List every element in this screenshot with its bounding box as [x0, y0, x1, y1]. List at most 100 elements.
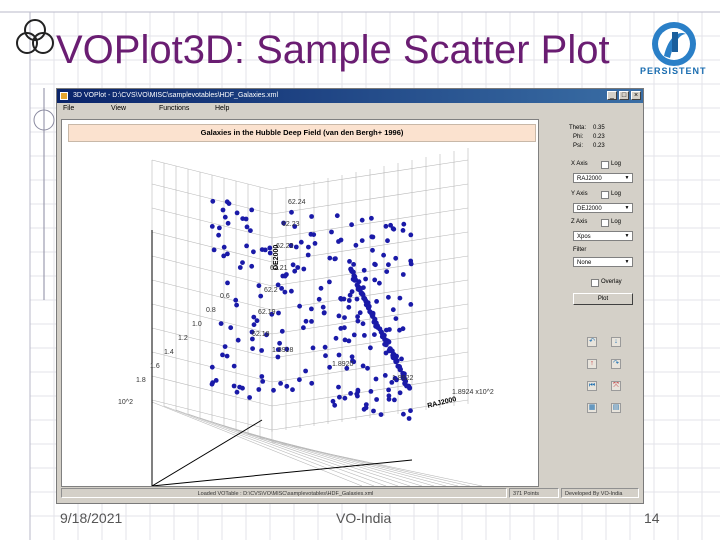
menu-view[interactable]: View	[105, 103, 153, 115]
data-point	[399, 356, 404, 362]
rotate-right-icon[interactable]: ↷	[611, 359, 621, 369]
data-point	[384, 269, 390, 274]
overlay-checkbox[interactable]	[591, 279, 599, 287]
data-point	[355, 389, 361, 394]
grid-icon[interactable]: ▦	[587, 403, 597, 413]
window-title: 3D VOPlot - D:\CVS\VO\MISC\samplevotable…	[73, 92, 279, 99]
data-point	[237, 265, 243, 270]
data-point	[218, 321, 224, 326]
data-point	[293, 244, 299, 250]
data-point	[228, 325, 234, 331]
close-button[interactable]: ×	[631, 91, 641, 100]
z-axis-select[interactable]: Xpos ▼	[573, 231, 633, 241]
data-point	[369, 215, 374, 221]
data-point	[349, 222, 354, 228]
data-point	[234, 302, 240, 308]
x-tick-label: 1.8924 x10^2	[452, 389, 494, 396]
maximize-button[interactable]: □	[619, 91, 629, 100]
y-tick-label: 1.8	[136, 377, 146, 384]
data-point	[327, 279, 332, 285]
scatter-3d-plot[interactable]: 62.2462.2362.2262.2162.262.1962.181.8918…	[62, 120, 538, 486]
x-tick-label: 1.8922	[392, 375, 414, 382]
data-point	[303, 368, 308, 374]
rotate-up-icon[interactable]: ↑	[587, 359, 597, 369]
data-point	[346, 304, 352, 310]
data-point	[360, 363, 366, 369]
menu-functions[interactable]: Functions	[153, 103, 209, 115]
y-axis-select[interactable]: DEJ2000 ▼	[573, 203, 633, 213]
window-titlebar[interactable]: 3D VOPlot - D:\CVS\VO\MISC\samplevotable…	[57, 89, 643, 103]
data-point	[408, 408, 413, 414]
data-point	[282, 289, 288, 295]
menu-file[interactable]: File	[57, 103, 105, 115]
y-axis-value: DEJ2000	[577, 206, 602, 212]
data-point	[290, 262, 296, 268]
x-axis-label: RAJ2000	[427, 396, 457, 410]
data-point	[260, 379, 266, 384]
slide-title: VOPlot3D: Sample Scatter Plot	[56, 28, 610, 72]
x-log-checkbox[interactable]	[601, 161, 609, 169]
data-point	[381, 252, 386, 258]
menu-help[interactable]: Help	[209, 103, 257, 115]
table-icon[interactable]: ▤	[611, 403, 621, 413]
data-point	[359, 217, 365, 223]
x-axis-label: X Axis	[571, 161, 588, 167]
overlay-label: Overlay	[601, 279, 622, 285]
x-tick-label: 1.8920	[332, 361, 354, 368]
data-point	[225, 280, 230, 286]
data-point	[400, 326, 406, 332]
minimize-button[interactable]: _	[607, 91, 617, 100]
z-tick-label: 62.24	[288, 199, 306, 206]
plot-canvas[interactable]: Galaxies in the Hubble Deep Field (van d…	[61, 119, 539, 487]
data-point	[382, 373, 388, 378]
data-point	[365, 365, 370, 371]
rotate-down-icon[interactable]: ↓	[611, 337, 621, 347]
data-point	[355, 393, 360, 399]
data-point	[337, 394, 342, 400]
data-point	[336, 384, 341, 390]
data-point	[235, 337, 241, 343]
data-point	[357, 310, 363, 316]
data-point	[351, 262, 356, 267]
data-point	[249, 207, 255, 213]
y-log-checkbox[interactable]	[601, 191, 609, 199]
data-point	[309, 306, 314, 312]
data-point	[209, 364, 215, 370]
data-point	[276, 310, 281, 316]
z-tick-label: 62.2	[264, 287, 278, 294]
data-point	[209, 224, 215, 229]
data-point	[303, 318, 309, 324]
x-axis-select[interactable]: RAJ2000 ▼	[573, 173, 633, 183]
data-point	[327, 255, 333, 261]
y-axis-line	[151, 419, 263, 486]
z-log-checkbox[interactable]	[601, 219, 609, 227]
data-point	[244, 224, 250, 230]
data-point	[247, 395, 253, 400]
data-point	[220, 207, 226, 213]
data-point	[383, 223, 389, 229]
plot-button[interactable]: Plot	[573, 293, 633, 305]
z-axis-value: Xpos	[577, 234, 591, 240]
data-point	[394, 358, 400, 364]
zoom-icon[interactable]: ⤧	[611, 381, 621, 391]
status-bar: Loaded VOTable : D:\CVS\VO\MISC\samplevo…	[61, 488, 639, 498]
data-point	[355, 318, 361, 324]
data-point	[220, 352, 225, 358]
data-point	[386, 294, 391, 300]
data-point	[240, 385, 245, 391]
reset-view-icon[interactable]: ⏮	[587, 381, 597, 391]
data-point	[234, 389, 240, 395]
data-point	[271, 387, 276, 393]
data-point	[385, 238, 390, 244]
data-point	[406, 416, 412, 421]
rotate-left-icon[interactable]: ↶	[587, 337, 597, 347]
data-point	[306, 244, 311, 250]
data-point	[231, 363, 237, 369]
data-point	[408, 232, 414, 238]
data-point	[355, 314, 360, 320]
filter-select[interactable]: None ▼	[573, 257, 633, 267]
footer-page: 14	[644, 510, 660, 526]
data-point	[277, 340, 282, 346]
data-point	[275, 354, 281, 360]
chevron-down-icon: ▼	[624, 205, 630, 211]
